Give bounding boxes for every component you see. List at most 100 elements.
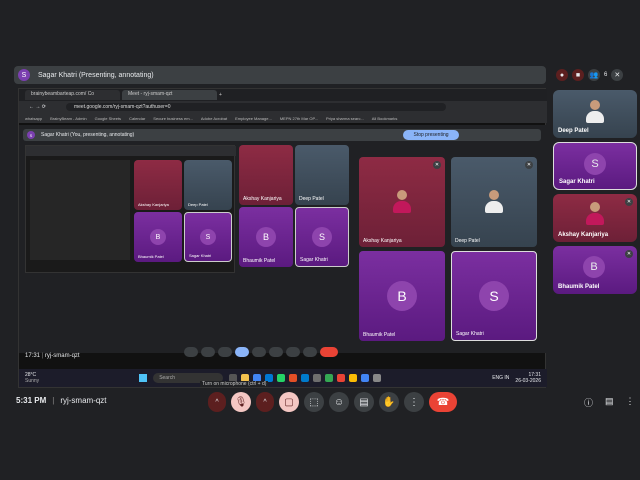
browser-tab[interactable]: Meet - ryj-smam-qzt [122, 90, 217, 100]
nested-deep-screen [30, 160, 130, 260]
person-avatar [586, 202, 604, 226]
mic-tooltip: Turn on microphone (ctrl + d) [200, 381, 269, 387]
hangup-button[interactable]: ☎ [429, 392, 457, 412]
app-icon[interactable] [289, 374, 298, 382]
mic-off-icon: ✕ [525, 161, 533, 169]
activities-icon[interactable]: ⋮ [626, 396, 635, 409]
windows-taskbar: 28°C Sunny Search ENG IN 17:31 26-03-202… [19, 369, 547, 387]
inner-hangup[interactable] [320, 347, 338, 357]
present-button[interactable]: ⬚ [304, 392, 324, 412]
inner-control[interactable] [303, 347, 317, 357]
new-tab-icon[interactable]: + [219, 92, 222, 98]
mid-tile: B Bhaumik Patel [239, 207, 293, 267]
system-tray: ENG IN 17:31 26-03-2026 [492, 372, 541, 384]
mid-tile: Akshay Kanjariya [239, 145, 293, 205]
nested-tile: B Bhaumik Patel [134, 212, 182, 262]
presented-screen: brainybeambarteap.com/ Co Meet - ryj-sma… [18, 88, 547, 388]
presenting-banner: S Sagar Khatri (Presenting, annotating) [14, 66, 546, 84]
info-icon[interactable]: ⓘ [584, 396, 593, 409]
more-options-button[interactable]: ⋮ [404, 392, 424, 412]
app-icon[interactable] [337, 374, 346, 382]
inner-control[interactable] [235, 347, 249, 357]
inner-code: ryj-smam-qzt [44, 353, 80, 359]
camera-options-button[interactable]: ^ [256, 392, 274, 412]
captions-button[interactable]: ▤ [354, 392, 374, 412]
clock-time: 5:31 PM [16, 396, 47, 405]
inner-control[interactable] [184, 347, 198, 357]
vscode-icon[interactable] [301, 374, 310, 382]
bookmark[interactable]: Google Sheets [95, 116, 121, 121]
taskbar-clock[interactable]: 17:31 26-03-2026 [515, 372, 541, 384]
mid-tile: S Sagar Khatri [295, 207, 349, 267]
browser-tab[interactable]: brainybeambarteap.com/ Co [25, 90, 120, 100]
bookmark[interactable]: All Bookmarks [372, 116, 398, 121]
person-avatar [393, 190, 411, 214]
inner-control[interactable] [218, 347, 232, 357]
mic-toggle-button[interactable]: 🎙 [231, 392, 251, 412]
app-icon[interactable] [373, 374, 382, 382]
bookmark[interactable]: Secure business em... [153, 116, 193, 121]
nested-browser-bar [26, 146, 236, 156]
inner-control[interactable] [286, 347, 300, 357]
raise-hand-button[interactable]: ✋ [379, 392, 399, 412]
right-controls: ⓘ ▤ ⋮ [584, 396, 635, 409]
camera-off-icon[interactable]: ■ [572, 69, 584, 81]
bookmark[interactable]: BrainyBeam - Admin [50, 116, 86, 121]
person-avatar [485, 190, 503, 214]
meeting-info: 5:31 PM | ryj-smam-qzt [16, 396, 107, 405]
chat-icon[interactable]: ▤ [605, 396, 614, 409]
people-icon[interactable]: 👥 [588, 69, 600, 81]
emoji-button[interactable]: ☺ [329, 392, 349, 412]
participant-tile: Deep Patel ✕ [451, 157, 537, 247]
app-icon[interactable] [349, 374, 358, 382]
language-indicator[interactable]: ENG IN [492, 375, 509, 381]
meet-window: S Sagar Khatri (Presenting, annotating) … [0, 0, 640, 480]
camera-toggle-button[interactable]: ▢ [279, 392, 299, 412]
nav-arrows-icon[interactable]: ← → ⟳ [29, 104, 46, 110]
inner-control[interactable] [269, 347, 283, 357]
sidebar-tile: Akshay Kanjariya ✕ [553, 194, 637, 242]
bookmark[interactable]: Employee Manage... [235, 116, 272, 121]
sidebar-tile: S Sagar Khatri [553, 142, 637, 190]
inner-control[interactable] [252, 347, 266, 357]
bookmark[interactable]: MEPN 27th Mar OP... [280, 116, 318, 121]
sidebar-tile: B Bhaumik Patel ✕ [553, 246, 637, 294]
nested-tile: S Sagar Khatri [184, 212, 232, 262]
bookmark[interactable]: Adobe Acrobat [201, 116, 227, 121]
mic-off-icon[interactable]: ● [556, 69, 568, 81]
inner-title: Sagar Khatri (You, presenting, annotatin… [41, 132, 135, 138]
inner-meet-view: S Sagar Khatri (You, presenting, annotat… [19, 125, 547, 357]
sidebar-tile: Deep Patel [553, 90, 637, 138]
browser-tab-strip: brainybeambarteap.com/ Co Meet - ryj-sma… [19, 89, 547, 101]
bookmark[interactable]: Calendar [129, 116, 145, 121]
app-icon[interactable] [325, 374, 334, 382]
windows-start-icon[interactable] [139, 374, 148, 382]
address-bar-row: ← → ⟳ meet.google.com/ryj-smam-qzt?authu… [19, 101, 547, 113]
bookmark[interactable]: Priya sharma searc... [326, 116, 364, 121]
mic-off-icon: ✕ [433, 161, 441, 169]
participant-tile: S Sagar Khatri [451, 251, 537, 341]
nested-tile: Deep Patel [184, 160, 232, 210]
stop-presenting-button[interactable]: Stop presenting [403, 130, 459, 140]
inner-meeting-info: 17:31 | ryj-smam-qzt [25, 353, 80, 359]
mic-off-icon: ✕ [625, 250, 633, 258]
url-field[interactable]: meet.google.com/ryj-smam-qzt?authuser=0 [65, 103, 446, 111]
app-icon[interactable] [361, 374, 370, 382]
inner-time: 17:31 [25, 353, 41, 359]
nested-tile: Akshay Kanjariya [134, 160, 182, 210]
app-icon[interactable] [313, 374, 322, 382]
weather-widget[interactable]: 28°C Sunny [25, 372, 39, 384]
inner-control-bar [184, 347, 338, 359]
meeting-code: ryj-smam-qzt [60, 396, 107, 405]
participant-tile: B Bhaumik Patel [359, 251, 445, 341]
presenting-title: Sagar Khatri (Presenting, annotating) [38, 71, 154, 79]
inner-presenting-bar: S Sagar Khatri (You, presenting, annotat… [23, 129, 541, 141]
mic-options-button[interactable]: ^ [208, 392, 226, 412]
participant-count: 6 [604, 72, 608, 78]
close-icon[interactable]: ✕ [611, 69, 624, 81]
inner-control[interactable] [201, 347, 215, 357]
bookmark[interactable]: whatsapp [25, 116, 42, 121]
bookmarks-bar: whatsapp BrainyBeam - Admin Google Sheet… [19, 113, 547, 123]
inner-avatar: S [27, 131, 35, 139]
whatsapp-icon[interactable] [277, 374, 286, 382]
